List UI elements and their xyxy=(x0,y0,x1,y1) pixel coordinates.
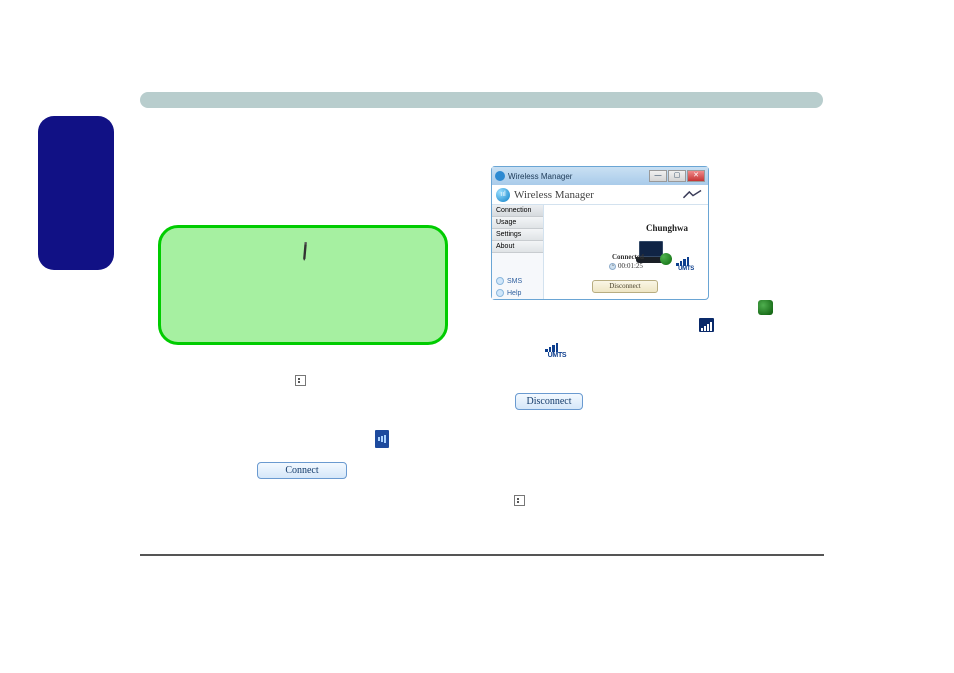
globe-icon xyxy=(758,300,773,315)
nav-about[interactable]: About xyxy=(492,241,543,253)
signal-bars-icon xyxy=(676,257,696,266)
signal-indicator: UMTS xyxy=(676,257,696,272)
disconnect-button[interactable]: Disconnect xyxy=(592,280,658,293)
app-header: ııl Wireless Manager xyxy=(492,185,708,205)
umts-icon: UMTS xyxy=(545,343,569,359)
app-sidebar: Connection Usage Settings About SMS Help xyxy=(492,205,544,299)
help-link[interactable]: Help xyxy=(492,287,543,299)
app-body: Connection Usage Settings About SMS Help… xyxy=(492,205,708,299)
sms-link[interactable]: SMS xyxy=(492,275,543,287)
operator-name: Chunghwa xyxy=(646,223,688,233)
window-title: Wireless Manager xyxy=(508,172,572,181)
nav-settings[interactable]: Settings xyxy=(492,229,543,241)
footer-divider xyxy=(140,554,824,556)
signal-logo-icon: ııl xyxy=(496,188,510,202)
app-title: Wireless Manager xyxy=(514,189,594,201)
status-text: Connected xyxy=(612,253,644,261)
help-icon xyxy=(496,289,504,297)
sms-icon xyxy=(496,277,504,285)
window-titlebar: Wireless Manager — ▢ ✕ xyxy=(492,167,708,185)
profile-list-icon xyxy=(295,375,306,386)
disconnect-button-inline[interactable]: Disconnect xyxy=(515,393,583,410)
maximize-button[interactable]: ▢ xyxy=(668,170,686,182)
signal-bars-icon xyxy=(699,318,714,332)
nav-connection[interactable]: Connection xyxy=(492,205,543,217)
tray-icon xyxy=(375,430,389,448)
clock-icon: ◔ xyxy=(609,263,616,270)
wireless-manager-window: Wireless Manager — ▢ ✕ ııl Wireless Mana… xyxy=(491,166,709,300)
brand-logo-icon xyxy=(682,189,704,201)
profile-list-icon xyxy=(514,495,525,506)
header-bar xyxy=(140,92,823,108)
app-favicon xyxy=(495,171,505,181)
nav-usage[interactable]: Usage xyxy=(492,217,543,229)
connection-timer: ◔ 00:01:25 xyxy=(609,262,643,270)
minimize-button[interactable]: — xyxy=(649,170,667,182)
chapter-tab xyxy=(38,116,114,270)
close-button[interactable]: ✕ xyxy=(687,170,705,182)
app-main: Chunghwa Connected ◔ 00:01:25 UMTS Disco… xyxy=(544,205,708,299)
connect-button[interactable]: Connect xyxy=(257,462,347,479)
network-type: UMTS xyxy=(676,266,696,272)
